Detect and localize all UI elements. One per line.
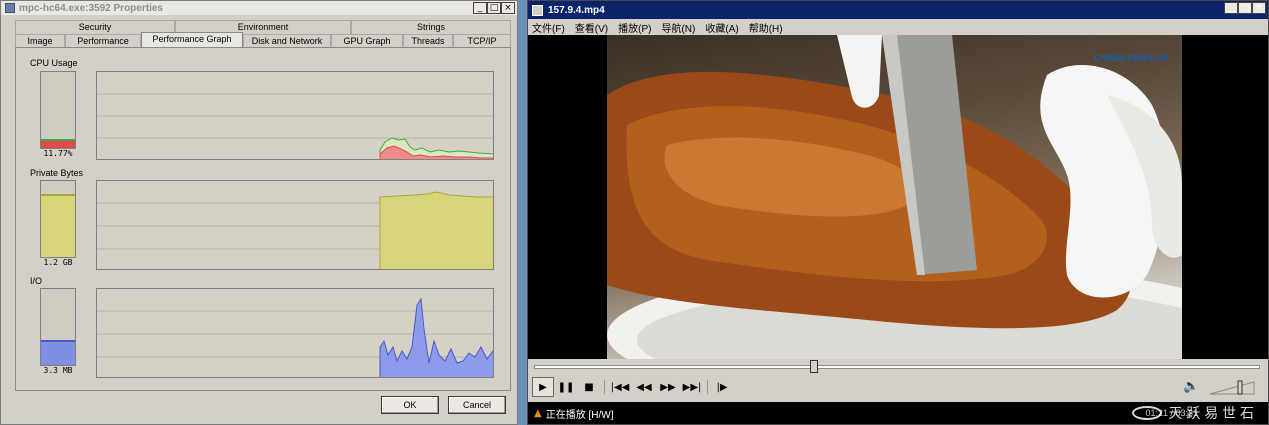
status-bar: ▲ 正在播放 [H/W] 01:21 / 03:31 天 跃 易 世 石 <box>528 402 1268 424</box>
video-logo: CHIMEI INNOLUX <box>1093 53 1168 63</box>
seek-thumb[interactable] <box>809 360 818 373</box>
toolbar-separator <box>707 380 708 394</box>
cpu-usage-label: CPU Usage <box>30 58 78 68</box>
tab-threads[interactable]: Threads <box>403 34 453 48</box>
minimize-button[interactable]: _ <box>1224 2 1238 14</box>
cpu-usage-meter-fill <box>41 138 75 148</box>
close-button[interactable]: × <box>1252 2 1266 14</box>
io-meter-fill <box>41 339 75 365</box>
private-bytes-meter <box>40 180 76 258</box>
window-controls: _ □ × <box>473 2 515 14</box>
maximize-button[interactable]: □ <box>1238 2 1252 14</box>
playing-status-icon: ▲ <box>534 407 542 419</box>
tab-tcp-ip[interactable]: TCP/IP <box>453 34 511 48</box>
play-icon[interactable]: ▶ <box>532 377 554 397</box>
process-properties-window: mpc-hc64.exe:3592 Properties _ □ × Secur… <box>0 0 518 425</box>
menu-play[interactable]: 播放(P) <box>618 20 651 35</box>
menu-view[interactable]: 查看(V) <box>575 20 608 35</box>
volume-slider[interactable] <box>1208 380 1256 395</box>
window-controls: _ □ × <box>1224 2 1266 14</box>
app-icon <box>5 3 15 13</box>
video-area[interactable]: CHIMEI INNOLUX <box>528 35 1268 359</box>
playback-controls: ▶ ❚❚ ■ |◀◀ ◀◀ ▶▶ ▶▶| |▶ 🔈 <box>528 376 1268 398</box>
io-label: I/O <box>30 276 43 286</box>
private-bytes-series <box>379 191 493 269</box>
stop-icon[interactable]: ■ <box>578 377 600 397</box>
io-meter <box>40 288 76 366</box>
menu-navigate[interactable]: 导航(N) <box>661 20 695 35</box>
seek-bar[interactable] <box>534 365 1260 369</box>
minimize-button[interactable]: _ <box>473 2 487 14</box>
performance-graph-panel: CPU Usage 11.77% Private Bytes 1.2 GB I/… <box>15 47 511 391</box>
volume-icon[interactable]: 🔈 <box>1183 379 1199 394</box>
cpu-usage-meter <box>40 71 76 149</box>
window-title: 157.9.4.mp4 <box>548 4 605 16</box>
previous-icon[interactable]: |◀◀ <box>609 377 631 397</box>
ok-button[interactable]: OK <box>381 396 439 414</box>
cancel-button[interactable]: Cancel <box>448 396 506 414</box>
volume-thumb[interactable] <box>1237 380 1243 395</box>
tab-strings[interactable]: Strings <box>351 20 511 34</box>
private-bytes-meter-fill <box>41 193 75 257</box>
tab-performance[interactable]: Performance <box>65 34 141 48</box>
tab-gpu-graph[interactable]: GPU Graph <box>331 34 403 48</box>
tab-performance-graph[interactable]: Performance Graph <box>141 32 243 48</box>
close-button[interactable]: × <box>501 2 515 14</box>
video-frame[interactable]: CHIMEI INNOLUX <box>607 35 1182 359</box>
tab-row-bottom: Image Performance Performance Graph Disk… <box>15 32 511 48</box>
menu-file[interactable]: 文件(F) <box>532 20 565 35</box>
pause-icon[interactable]: ❚❚ <box>555 377 577 397</box>
maximize-button[interactable]: □ <box>487 2 501 14</box>
site-watermark: 天 跃 易 世 石 <box>1132 402 1254 424</box>
menu-help[interactable]: 帮助(H) <box>749 20 783 35</box>
menu-bar: 文件(F) 查看(V) 播放(P) 导航(N) 收藏(A) 帮助(H) <box>528 19 1268 35</box>
watermark-logo-icon <box>1132 406 1163 420</box>
cpu-usage-value: 11.77% <box>43 149 73 158</box>
window-title: mpc-hc64.exe:3592 Properties <box>19 2 163 14</box>
private-bytes-label: Private Bytes <box>30 168 84 178</box>
tab-row-top: Security Environment Strings <box>15 20 511 34</box>
media-player-titlebar: 157.9.4.mp4 _ □ × <box>528 1 1268 19</box>
toolbar-separator <box>604 380 605 394</box>
private-bytes-value: 1.2 GB <box>43 258 73 267</box>
menu-favorites[interactable]: 收藏(A) <box>705 20 738 35</box>
tab-image[interactable]: Image <box>15 34 65 48</box>
app-icon <box>532 4 543 16</box>
cpu-usage-graph <box>96 71 494 160</box>
process-properties-titlebar: mpc-hc64.exe:3592 Properties _ □ × <box>1 1 517 15</box>
io-graph <box>96 288 494 378</box>
tab-disk-and-network[interactable]: Disk and Network <box>243 34 331 48</box>
fast-forward-icon[interactable]: ▶▶ <box>657 377 679 397</box>
watermark-text: 天 跃 易 世 石 <box>1168 405 1254 421</box>
frame-step-icon[interactable]: |▶ <box>711 377 733 397</box>
media-player-window: 157.9.4.mp4 _ □ × 文件(F) 查看(V) 播放(P) 导航(N… <box>527 0 1269 425</box>
io-value: 3.3 MB <box>43 366 73 375</box>
rewind-icon[interactable]: ◀◀ <box>633 377 655 397</box>
private-bytes-graph <box>96 180 494 270</box>
status-text: 正在播放 [H/W] <box>545 409 614 421</box>
video-picture <box>607 35 1182 359</box>
next-icon[interactable]: ▶▶| <box>681 377 703 397</box>
